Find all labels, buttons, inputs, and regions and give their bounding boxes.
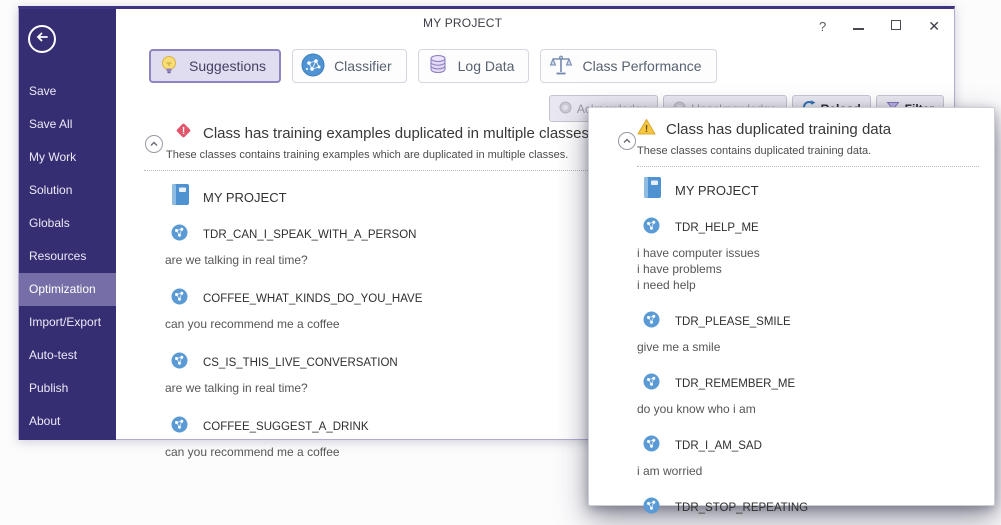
help-icon[interactable]: ?: [819, 19, 826, 34]
class-row[interactable]: TDR_HELP_ME: [643, 217, 808, 239]
list-item: TDR_STOP_REPEATING stop repeating yourse…: [637, 497, 808, 525]
duplicated-data-classes-list: MY PROJECT TDR_HELP_ME i have computer i…: [637, 176, 808, 525]
class-icon: [643, 497, 660, 519]
training-example: i have problems: [637, 262, 722, 276]
class-icon: [643, 373, 660, 395]
sidebar-item-save[interactable]: Save: [19, 75, 116, 108]
back-button[interactable]: [28, 25, 56, 53]
error-diamond-icon: !: [174, 121, 193, 145]
list-item: TDR_PLEASE_SMILE give me a smile: [637, 311, 808, 355]
list-item: TDR_I_AM_SAD i am worried: [637, 435, 808, 479]
scales-icon: [549, 53, 573, 80]
lightbulb-icon: [158, 54, 180, 79]
tab-log-data[interactable]: Log Data: [417, 49, 530, 83]
sidebar-item-solution[interactable]: Solution: [19, 174, 116, 207]
training-example: give me a smile: [637, 340, 721, 354]
sidebar-item-globals[interactable]: Globals: [19, 207, 116, 240]
tab-suggestions[interactable]: Suggestions: [149, 49, 282, 83]
class-row[interactable]: CS_IS_THIS_LIVE_CONVERSATION: [171, 352, 422, 374]
class-row[interactable]: COFFEE_WHAT_KINDS_DO_YOU_HAVE: [171, 288, 422, 310]
classifier-network-icon: [301, 53, 325, 80]
sidebar-item-import-export[interactable]: Import/Export: [19, 306, 116, 339]
section-heading: Class has training examples duplicated i…: [203, 124, 590, 142]
class-row[interactable]: TDR_REMEMBER_ME: [643, 373, 808, 395]
training-example: are we talking in real time?: [165, 253, 308, 267]
list-item: CS_IS_THIS_LIVE_CONVERSATION are we talk…: [165, 352, 422, 396]
tab-label: Class Performance: [582, 58, 702, 74]
training-example: can you recommend me a coffee: [165, 445, 340, 459]
class-icon: [171, 288, 188, 310]
sidebar-item-about[interactable]: About: [19, 405, 116, 438]
svg-text:!: !: [182, 126, 185, 137]
duplicated-training-data-section: ! Class has duplicated training data The…: [609, 118, 984, 167]
training-example: i have computer issues: [637, 246, 760, 260]
project-row[interactable]: MY PROJECT: [643, 176, 808, 204]
class-row[interactable]: TDR_PLEASE_SMILE: [643, 311, 808, 333]
sidebar-item-resources[interactable]: Resources: [19, 240, 116, 273]
dotted-divider: [637, 166, 979, 167]
sidebar-item-publish[interactable]: Publish: [19, 372, 116, 405]
database-icon: [427, 53, 449, 79]
sidebar: Save Save All My Work Solution Globals R…: [19, 9, 116, 440]
maximize-icon[interactable]: [891, 17, 902, 35]
class-row[interactable]: TDR_STOP_REPEATING: [643, 497, 808, 519]
sidebar-nav: Save Save All My Work Solution Globals R…: [19, 75, 116, 438]
sidebar-item-my-work[interactable]: My Work: [19, 141, 116, 174]
svg-text:!: !: [645, 124, 648, 135]
duplicated-classes-list: MY PROJECT TDR_CAN_I_SPEAK_WITH_A_PERSON…: [165, 183, 422, 480]
training-example: i am worried: [637, 464, 703, 478]
window-controls: ? ✕: [819, 17, 940, 35]
minimize-icon[interactable]: [853, 17, 865, 35]
training-example: are we talking in real time?: [165, 381, 308, 395]
class-icon: [643, 217, 660, 239]
duplicated-training-data-panel: ! Class has duplicated training data The…: [588, 107, 995, 514]
warning-triangle-icon: !: [637, 118, 656, 141]
project-row[interactable]: MY PROJECT: [171, 183, 422, 211]
list-item: COFFEE_SUGGEST_A_DRINK can you recommend…: [165, 416, 422, 460]
tab-classifier[interactable]: Classifier: [292, 49, 407, 83]
class-row[interactable]: TDR_I_AM_SAD: [643, 435, 808, 457]
class-icon: [643, 311, 660, 333]
section-subheading: These classes contains duplicated traini…: [637, 145, 872, 157]
sidebar-item-auto-test[interactable]: Auto-test: [19, 339, 116, 372]
sidebar-item-save-all[interactable]: Save All: [19, 108, 116, 141]
close-icon[interactable]: ✕: [928, 19, 940, 33]
class-icon: [171, 224, 188, 246]
class-icon: [171, 416, 188, 438]
acknowledge-circle-icon: [559, 101, 572, 117]
training-example: i need help: [637, 278, 696, 292]
tab-class-performance[interactable]: Class Performance: [540, 49, 717, 83]
tab-label: Suggestions: [189, 58, 267, 74]
class-row[interactable]: TDR_CAN_I_SPEAK_WITH_A_PERSON: [171, 224, 422, 246]
list-item: TDR_REMEMBER_ME do you know who i am: [637, 373, 808, 417]
class-icon: [643, 435, 660, 457]
training-example: can you recommend me a coffee: [165, 317, 340, 331]
tab-bar: Suggestions Classifier Log Data Class Pe…: [149, 49, 717, 83]
training-example: do you know who i am: [637, 402, 756, 416]
tab-label: Log Data: [457, 58, 515, 74]
list-item: TDR_HELP_ME i have computer issues i hav…: [637, 217, 808, 293]
back-arrow-icon: [34, 29, 50, 50]
project-book-icon: [171, 183, 190, 211]
class-row[interactable]: COFFEE_SUGGEST_A_DRINK: [171, 416, 422, 438]
project-book-icon: [643, 176, 662, 204]
class-icon: [171, 352, 188, 374]
section-heading: Class has duplicated training data: [666, 121, 892, 138]
tab-label: Classifier: [334, 58, 392, 74]
list-item: COFFEE_WHAT_KINDS_DO_YOU_HAVE can you re…: [165, 288, 422, 332]
sidebar-item-optimization[interactable]: Optimization: [19, 273, 116, 306]
window-title: MY PROJECT: [423, 16, 503, 30]
list-item: TDR_CAN_I_SPEAK_WITH_A_PERSON are we tal…: [165, 224, 422, 268]
